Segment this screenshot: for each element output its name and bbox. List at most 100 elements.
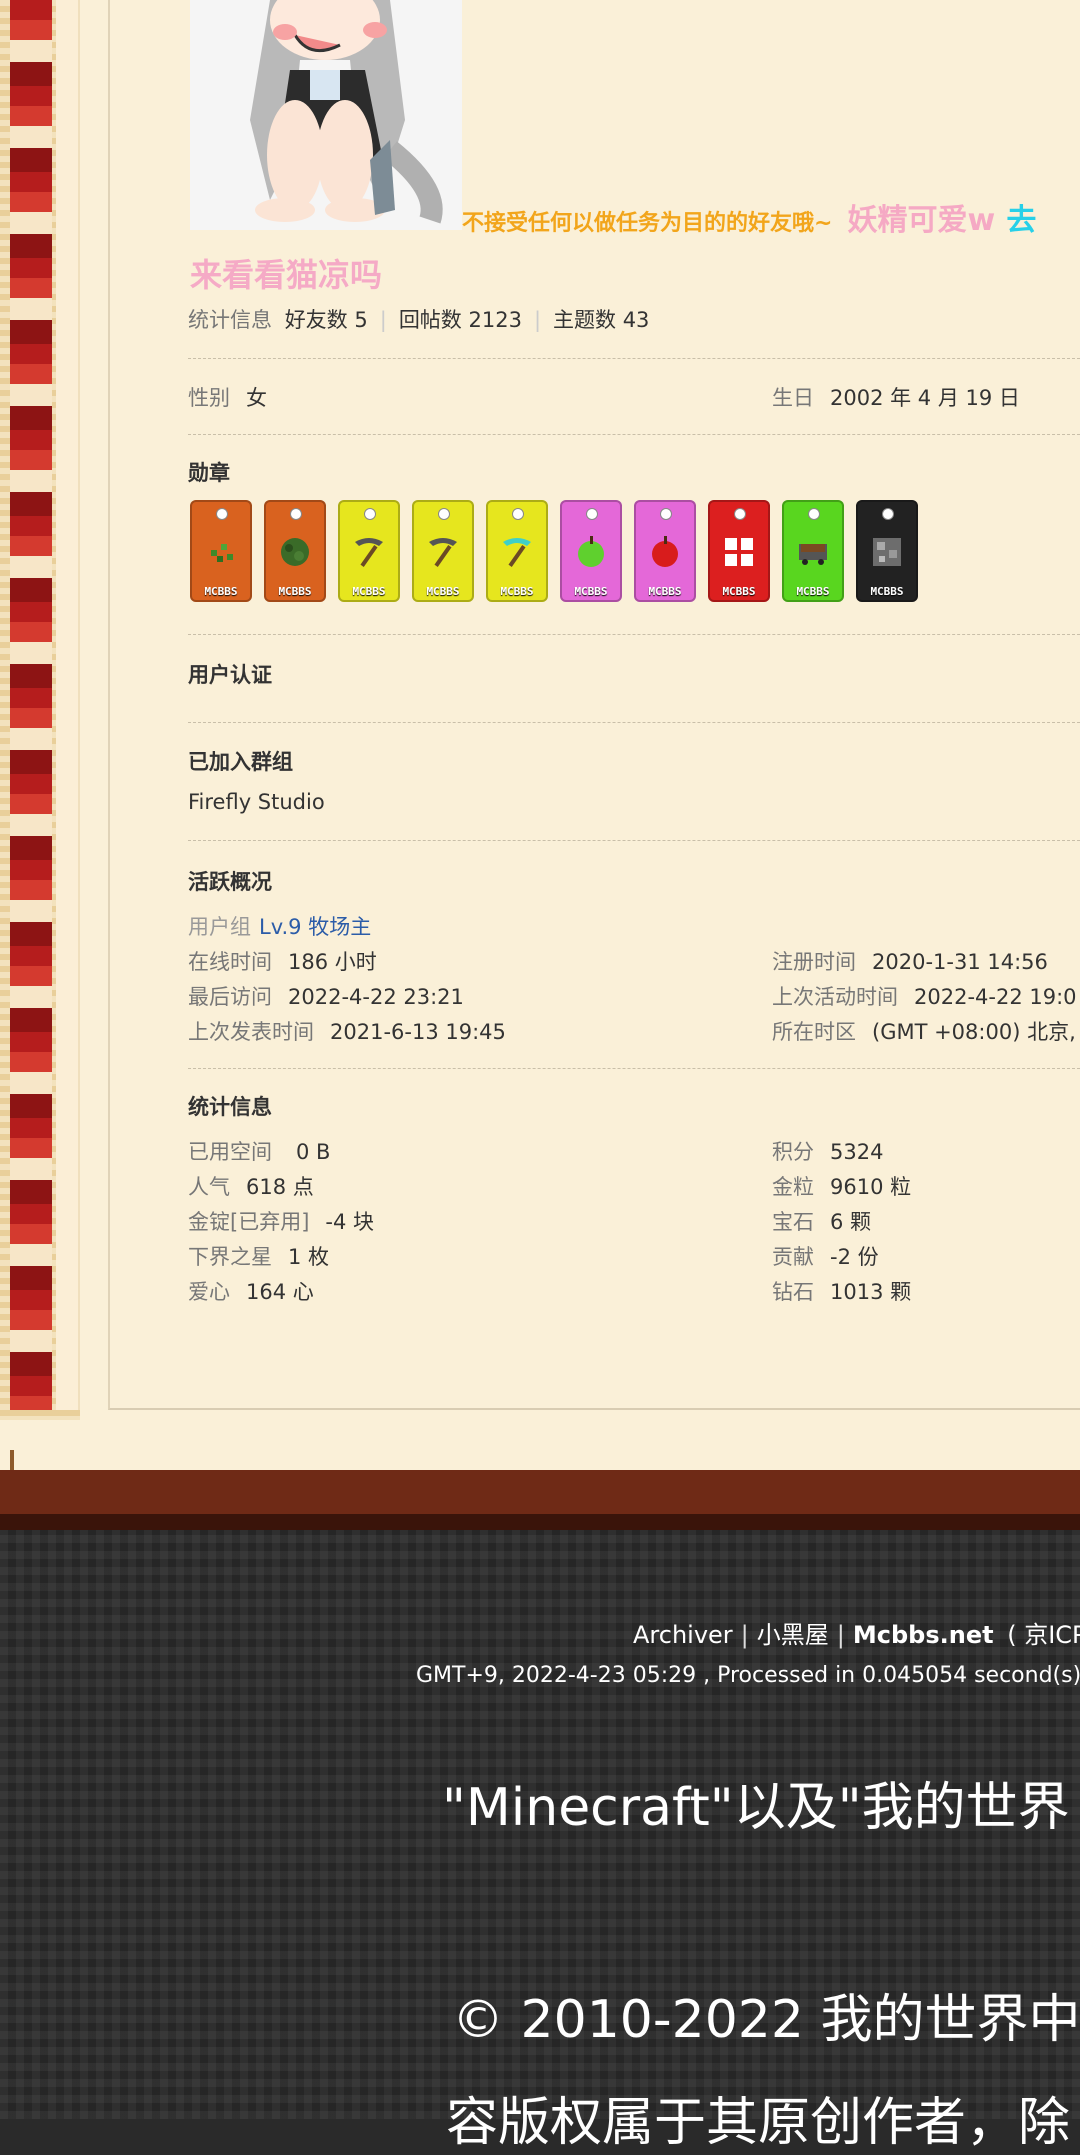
- profile-page: 不接受任何以做任务为目的的好友哦~ 妖精可爱w 去 来看看猫凉吗 统计信息 好友…: [0, 0, 1080, 1530]
- love-value: 164 心: [246, 1280, 314, 1304]
- replies-count-link[interactable]: 回帖数 2123: [399, 308, 522, 332]
- medals-title: 勋章: [188, 461, 230, 485]
- minecart-icon: [795, 534, 831, 570]
- online-row: 在线时间 186 小时: [188, 946, 377, 976]
- medal-hole: [290, 508, 302, 520]
- divider: [188, 634, 1080, 635]
- group-link[interactable]: Firefly Studio: [188, 790, 325, 814]
- online-label: 在线时间: [188, 950, 272, 974]
- archiver-link[interactable]: Archiver: [633, 1621, 733, 1649]
- icp-text: ( 京ICP: [1007, 1621, 1080, 1649]
- birthday-value: 2002 年 4 月 19 日: [830, 386, 1020, 410]
- diamond-pickaxe-icon: [499, 534, 535, 570]
- medal-7[interactable]: MCBBS: [634, 500, 696, 602]
- online-value: 186 小时: [288, 950, 377, 974]
- birthday-row: 生日 2002 年 4 月 19 日: [772, 382, 1020, 412]
- medal-hole: [438, 508, 450, 520]
- contrib-value: -2 份: [830, 1245, 879, 1269]
- signature-text-a: 不接受任何以做任务为目的的好友哦~: [462, 211, 833, 236]
- threads-count-link[interactable]: 主题数 43: [553, 308, 649, 332]
- medal-6[interactable]: MCBBS: [560, 500, 622, 602]
- footer-copyright: © 2010-2022 我的世界中: [452, 1990, 1080, 2050]
- blackroom-link[interactable]: 小黑屋: [757, 1621, 829, 1649]
- page-rail-decoration: [0, 0, 80, 1420]
- signature-line-2: 来看看猫凉吗: [190, 256, 383, 294]
- medal-8[interactable]: MCBBS: [708, 500, 770, 602]
- medal-label: MCBBS: [574, 585, 608, 598]
- medal-hole: [734, 508, 746, 520]
- verification-title: 用户认证: [188, 663, 272, 687]
- medal-2[interactable]: MCBBS: [264, 500, 326, 602]
- medal-5[interactable]: MCBBS: [486, 500, 548, 602]
- used-space-row: 已用空间 0 B: [188, 1136, 330, 1166]
- pickaxe-icon: [351, 534, 387, 570]
- stats-label: 统计信息: [188, 308, 272, 332]
- last-post-row: 上次发表时间 2021-6-13 19:45: [188, 1016, 506, 1046]
- popularity-value: 618 点: [246, 1175, 314, 1199]
- medal-hole: [882, 508, 894, 520]
- ingot-label: 金锭[已弃用]: [188, 1210, 310, 1234]
- signature-text-c: 去: [1006, 203, 1037, 238]
- gender-label: 性别: [188, 386, 230, 410]
- used-space-label: 已用空间: [188, 1140, 272, 1164]
- user-group-label: 用户组: [188, 915, 251, 939]
- signature-line-1: 不接受任何以做任务为目的的好友哦~ 妖精可爱w 去: [462, 195, 1036, 239]
- popularity-row: 人气 618 点: [188, 1171, 314, 1201]
- divider: [188, 722, 1080, 723]
- timezone-value: (GMT +08:00) 北京,: [872, 1020, 1076, 1044]
- last-active-value: 2022-4-22 19:0: [914, 985, 1077, 1009]
- timezone-label: 所在时区: [772, 1020, 856, 1044]
- ingot-value: -4 块: [325, 1210, 375, 1234]
- last-visit-value: 2022-4-22 23:21: [288, 985, 464, 1009]
- medal-3[interactable]: MCBBS: [338, 500, 400, 602]
- gold-value: 9610 粒: [830, 1175, 912, 1199]
- medal-10[interactable]: MCBBS: [856, 500, 918, 602]
- diamond-row: 钻石 1013 颗: [772, 1276, 911, 1306]
- window-icon: [721, 534, 757, 570]
- stats-summary: 统计信息 好友数 5 | 回帖数 2123 | 主题数 43: [188, 308, 650, 332]
- divider: [188, 434, 1080, 435]
- contrib-row: 贡献 -2 份: [772, 1241, 879, 1271]
- bush-icon: [277, 534, 313, 570]
- medal-label: MCBBS: [722, 585, 756, 598]
- last-visit-row: 最后访问 2022-4-22 23:21: [188, 981, 464, 1011]
- activity-title: 活跃概况: [188, 870, 272, 894]
- medal-hole: [216, 508, 228, 520]
- footer-time: GMT+9, 2022-4-23 05:29 , Processed in 0.…: [416, 1663, 1080, 1688]
- register-row: 注册时间 2020-1-31 14:56: [772, 946, 1048, 976]
- rail-edge: [56, 0, 80, 1410]
- gold-label: 金粒: [772, 1175, 814, 1199]
- gender-row: 性别女: [188, 382, 267, 412]
- nether-value: 1 枚: [288, 1245, 330, 1269]
- register-label: 注册时间: [772, 950, 856, 974]
- medal-1[interactable]: MCBBS: [190, 500, 252, 602]
- nether-row: 下界之星 1 枚: [188, 1241, 329, 1271]
- medal-label: MCBBS: [204, 585, 238, 598]
- score-row: 积分 5324: [772, 1136, 883, 1166]
- last-active-label: 上次活动时间: [772, 985, 898, 1009]
- signature-text-b: 妖精可爱w: [847, 203, 996, 238]
- medal-hole: [586, 508, 598, 520]
- site-link[interactable]: Mcbbs.net: [853, 1621, 994, 1649]
- user-group-link[interactable]: Lv.9 牧场主: [259, 915, 371, 939]
- score-label: 积分: [772, 1140, 814, 1164]
- divider: [188, 840, 1080, 841]
- user-avatar[interactable]: [190, 0, 462, 230]
- diamond-value: 1013 颗: [830, 1280, 912, 1304]
- red-rail-icon: [10, 0, 52, 1410]
- last-active-row: 上次活动时间 2022-4-22 19:0: [772, 981, 1077, 1011]
- medal-hole: [808, 508, 820, 520]
- friends-count-link[interactable]: 好友数 5: [285, 308, 368, 332]
- medal-hole: [512, 508, 524, 520]
- used-space-value: 0 B: [296, 1140, 331, 1164]
- stat-info-title: 统计信息: [188, 1095, 272, 1119]
- edge-light: [10, 1450, 1080, 1470]
- gender-value: 女: [246, 386, 267, 410]
- last-visit-label: 最后访问: [188, 985, 272, 1009]
- medal-9[interactable]: MCBBS: [782, 500, 844, 602]
- nether-label: 下界之星: [188, 1245, 272, 1269]
- divider: [188, 358, 1080, 359]
- medal-4[interactable]: MCBBS: [412, 500, 474, 602]
- diamond-label: 钻石: [772, 1280, 814, 1304]
- timezone-row: 所在时区 (GMT +08:00) 北京,: [772, 1016, 1076, 1046]
